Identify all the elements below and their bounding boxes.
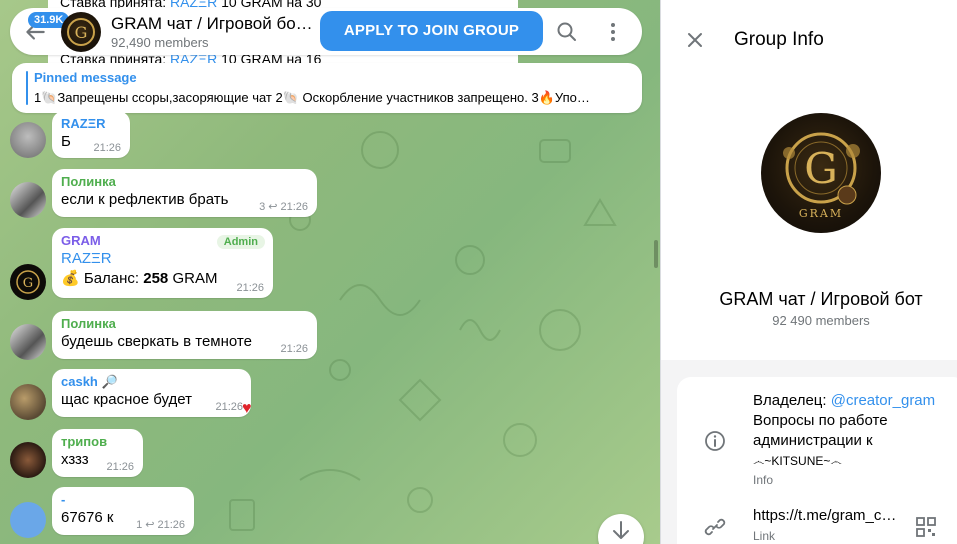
reply-count[interactable]: 3 — [259, 201, 265, 213]
message-sender[interactable]: - — [61, 492, 185, 508]
message-bubble[interactable]: RAZΞR Б 21:26 — [52, 111, 130, 158]
info-description[interactable]: Владелец: @creator_gram Вопросы по работ… — [753, 391, 953, 471]
qr-code-icon[interactable] — [914, 515, 938, 539]
avatar[interactable] — [10, 384, 46, 420]
heart-icon[interactable]: ♥ — [242, 400, 252, 418]
close-icon[interactable] — [683, 28, 707, 52]
svg-text:GRAM: GRAM — [799, 207, 843, 220]
link-icon — [704, 518, 726, 536]
gram-logo-icon: G — [67, 18, 95, 46]
message-time: 21:26 — [93, 142, 121, 154]
message-meta: 3 ↩ 21:26 — [259, 200, 308, 213]
avatar[interactable] — [10, 502, 46, 538]
chat-title[interactable]: GRAM чат / Игровой бо… — [111, 14, 313, 34]
svg-text:G: G — [75, 23, 88, 42]
link-label: Link — [753, 529, 776, 543]
message-sender[interactable]: Полинка — [61, 174, 308, 190]
avatar[interactable] — [10, 324, 46, 360]
message-bubble[interactable]: Полинка если к рефлектив брать 3 ↩ 21:26 — [52, 169, 317, 217]
group-info-panel: Group Info G GRAM GRAM чат / Игровой бот… — [660, 0, 957, 544]
chat-header[interactable]: 31.9K G GRAM чат / Игровой бо… 92,490 me… — [10, 8, 642, 55]
svg-text:G: G — [23, 276, 33, 291]
panel-header-section: Group Info G GRAM GRAM чат / Игровой бот… — [661, 0, 957, 360]
arrow-down-icon — [613, 521, 629, 539]
message-time: 21:26 — [215, 401, 243, 413]
gram-logo-icon: G GRAM — [783, 132, 860, 220]
pinned-indicator — [26, 71, 28, 105]
message-bubble[interactable]: GRAM Admin RAZΞR 💰 Баланс: 258 GRAM 21:2… — [52, 228, 273, 298]
message-meta: 1 ↩ 21:26 — [136, 518, 185, 531]
mentioned-user[interactable]: RAZΞR — [61, 249, 264, 269]
message-time: 21:26 — [280, 343, 308, 355]
chat-area[interactable]: Ставка принята: RAZΞR 10 GRAM на 30 Став… — [0, 0, 660, 544]
info-card: Владелец: @creator_gram Вопросы по работ… — [677, 377, 957, 544]
search-icon[interactable] — [555, 20, 579, 44]
message-bubble[interactable]: Полинка будешь сверкать в темноте 21:26 — [52, 311, 317, 359]
gram-logo-icon: G — [16, 270, 40, 294]
chat-members-count: 92,490 members — [111, 35, 209, 50]
panel-title: Group Info — [734, 29, 824, 50]
message-time: 21:26 — [157, 519, 185, 531]
message-bubble[interactable]: трипов хззз 21:26 — [52, 429, 143, 477]
message-sender[interactable]: трипов — [61, 434, 134, 450]
group-avatar-large[interactable]: G GRAM — [761, 113, 881, 233]
pinned-text: 1🐚Запрещены ссоры,засоряющие чат 2🐚 Оско… — [34, 90, 590, 105]
message-bubble[interactable]: caskh 🔎 щас красное будет 21:26 — [52, 369, 251, 417]
message-sender[interactable]: Полинка — [61, 316, 308, 332]
group-avatar[interactable]: G — [61, 12, 101, 52]
message-time: 21:26 — [106, 461, 134, 473]
reply-count[interactable]: 1 — [136, 519, 142, 531]
reply-icon: ↩ — [268, 201, 278, 213]
avatar[interactable] — [10, 442, 46, 478]
scrollbar-thumb[interactable] — [654, 240, 658, 268]
avatar[interactable] — [10, 122, 46, 158]
info-icon — [705, 431, 725, 451]
admin-badge: Admin — [216, 235, 265, 249]
message-bubble[interactable]: - 67676 к 1 ↩ 21:26 — [52, 487, 194, 535]
avatar[interactable]: G — [10, 264, 46, 300]
reply-icon: ↩ — [145, 519, 155, 531]
message-sender[interactable]: RAZΞR — [61, 116, 121, 132]
owner-link[interactable]: @creator_gram — [831, 392, 935, 409]
pinned-message[interactable]: Pinned message 1🐚Запрещены ссоры,засоряю… — [12, 63, 642, 113]
more-vertical-icon[interactable] — [601, 20, 625, 44]
info-label: Info — [753, 473, 774, 487]
group-name: GRAM чат / Игровой бот — [719, 289, 923, 309]
message-text: будешь сверкать в темноте — [61, 333, 252, 350]
message-sender[interactable]: caskh 🔎 — [61, 374, 242, 390]
avatar[interactable] — [10, 182, 46, 218]
apply-to-join-button[interactable]: APPLY TO JOIN GROUP — [320, 11, 543, 51]
pinned-label: Pinned message — [34, 70, 137, 85]
group-members-count: 92 490 members — [772, 313, 870, 328]
svg-text:G: G — [804, 144, 838, 193]
group-link[interactable]: https://t.me/gram_c… — [753, 507, 896, 524]
message-time: 21:26 — [280, 201, 308, 213]
message-time: 21:26 — [236, 282, 264, 294]
scroll-down-button[interactable] — [598, 514, 644, 544]
balance-text: 💰 Баланс: 258 GRAM — [61, 270, 218, 287]
